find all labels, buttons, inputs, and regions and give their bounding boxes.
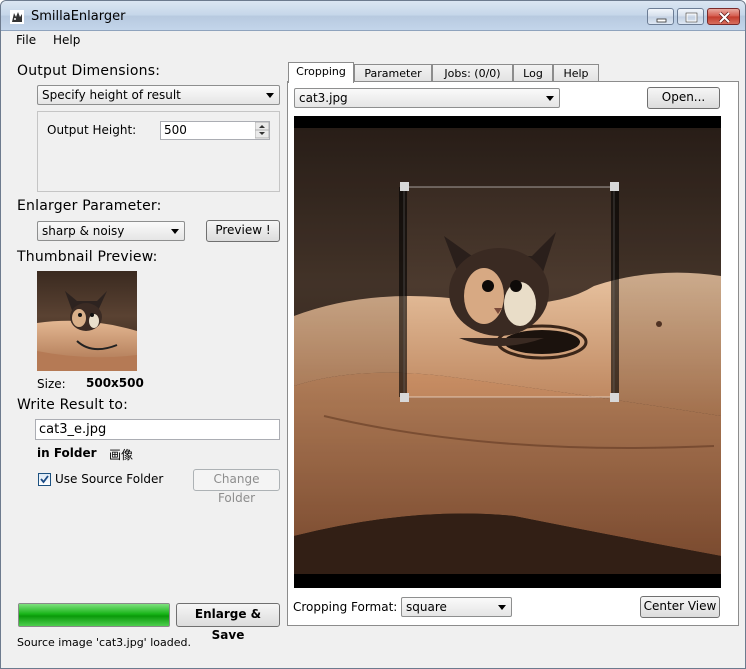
thumbnail-preview-heading: Thumbnail Preview: [17,249,158,265]
app-window: SmillaEnlarger File Help Output Dimensio… [0,0,746,669]
close-icon [718,11,731,24]
chevron-down-icon [498,605,506,610]
cropping-format-select[interactable]: square [401,597,512,617]
menu-file[interactable]: File [16,33,36,47]
cropping-format-value: square [406,600,447,614]
close-button[interactable] [707,8,740,25]
status-bar: Source image 'cat3.jpg' loaded. [1,631,745,668]
maximize-button[interactable] [677,8,704,25]
in-folder-label: in Folder [37,446,97,460]
use-source-folder-label: Use Source Folder [55,472,164,486]
chevron-down-icon [546,96,554,101]
enlarger-preset-select[interactable]: sharp & noisy [37,221,185,241]
open-button[interactable]: Open... [647,87,720,109]
output-filename-input[interactable]: cat3_e.jpg [35,419,280,440]
output-height-spinbox[interactable]: 500 [160,121,270,140]
menu-bar: File Help [1,31,745,51]
maximize-icon [685,12,698,23]
output-dimensions-heading: Output Dimensions: [17,63,161,79]
size-label: Size: [37,377,66,391]
tab-cropping[interactable]: Cropping [288,62,354,83]
source-image-view[interactable] [294,116,721,588]
size-value: 500x500 [86,376,144,390]
window-title: SmillaEnlarger [31,9,126,24]
preview-button[interactable]: Preview ! [206,220,280,242]
progress-bar [18,603,170,627]
source-image [294,116,721,588]
folder-name: 画像 [109,448,134,462]
enlarger-parameter-heading: Enlarger Parameter: [17,198,162,214]
cropping-format-label: Cropping Format: [293,600,398,614]
chevron-down-icon [171,229,179,234]
center-view-button[interactable]: Center View [640,596,720,618]
output-height-label: Output Height: [47,123,137,137]
status-message: Source image 'cat3.jpg' loaded. [17,636,191,649]
chevron-down-icon [266,93,274,98]
app-icon [10,10,24,24]
change-folder-button[interactable]: Change Folder [193,469,280,505]
dimension-mode-value: Specify height of result [42,88,181,102]
source-file-value: cat3.jpg [299,91,348,105]
enlarge-save-button[interactable]: Enlarge & Save [176,603,280,642]
spin-arrows-icon[interactable] [255,122,269,139]
dimension-mode-select[interactable]: Specify height of result [37,85,280,105]
menu-help[interactable]: Help [53,33,80,47]
use-source-folder-checkbox[interactable] [38,473,51,486]
title-bar: SmillaEnlarger [1,1,745,31]
checkmark-icon [40,475,49,484]
minimize-icon [656,18,667,23]
output-height-value: 500 [164,123,187,137]
enlarger-preset-value: sharp & noisy [42,224,125,238]
progress-fill [19,604,169,626]
thumbnail-preview-image [37,271,137,371]
minimize-button[interactable] [647,8,674,25]
write-result-heading: Write Result to: [17,397,129,413]
source-file-select[interactable]: cat3.jpg [294,88,560,108]
